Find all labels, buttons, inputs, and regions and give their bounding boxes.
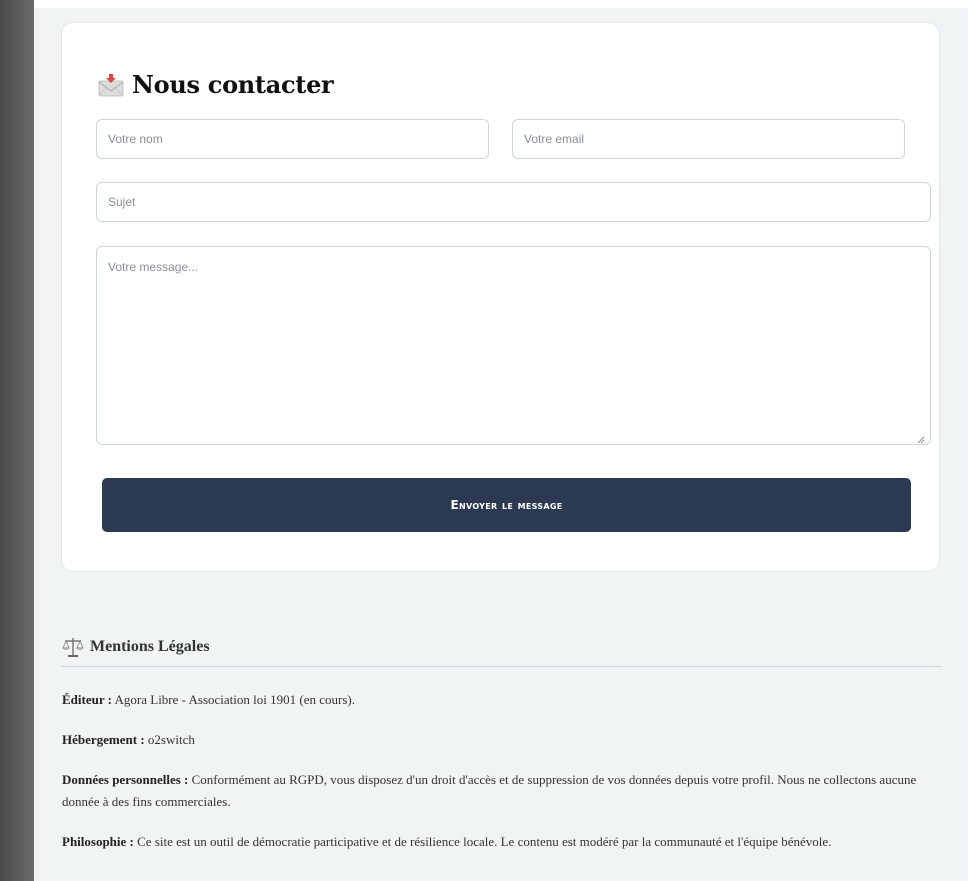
window-top-edge [34,0,974,8]
send-message-button[interactable]: Envoyer le message [102,478,911,532]
legal-item-philosophie: Philosophie : Ce site est un outil de dé… [62,831,942,853]
envelope-icon [98,72,124,98]
legal-divider [61,666,942,667]
legal-item-label: Hébergement : [62,732,145,747]
contact-card: Nous contacter Envoyer le message [61,22,940,572]
legal-item-label: Philosophie : [62,834,134,849]
contact-title: Nous contacter [98,70,334,99]
resize-handle-icon[interactable] [917,431,925,444]
legal-title-text: Mentions Légales [90,638,210,655]
legal-item-editeur: Éditeur : Agora Libre - Association loi … [62,689,942,711]
legal-item-donnees: Données personnelles : Conformément au R… [62,769,942,813]
subject-input[interactable] [96,182,931,222]
legal-item-text: o2switch [147,732,195,747]
legal-item-text: Ce site est un outil de démocratie parti… [137,834,832,849]
legal-title: Mentions Légales [62,636,210,658]
message-wrapper [96,246,931,445]
legal-item-label: Données personnelles : [62,772,189,787]
window-left-edge [0,0,34,881]
name-input[interactable] [96,119,489,159]
legal-item-hebergement: Hébergement : o2switch [62,729,942,751]
window-right-edge [968,8,974,881]
legal-item-label: Éditeur : [62,692,112,707]
legal-item-text: Agora Libre - Association loi 1901 (en c… [114,692,355,707]
scales-icon [62,636,84,658]
page-content: Nous contacter Envoyer le message [34,8,968,881]
legal-item-text: Conformément au RGPD, vous disposez d'un… [62,772,917,809]
contact-title-text: Nous contacter [132,70,334,99]
message-textarea[interactable] [96,246,931,445]
email-input[interactable] [512,119,905,159]
